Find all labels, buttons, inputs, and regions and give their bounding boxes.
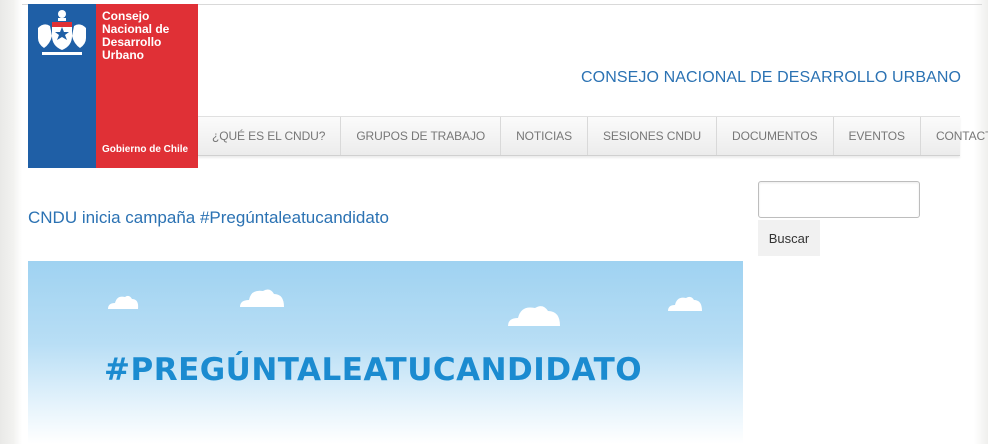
gobierno-logo[interactable]: Consejo Nacional de Desarrollo Urbano Go…: [28, 4, 198, 168]
logo-red-panel: Consejo Nacional de Desarrollo Urbano Go…: [96, 4, 198, 168]
cloud-icon: [668, 296, 702, 311]
main-nav: ¿QUÉ ES EL CNDU? GRUPOS DE TRABAJO NOTIC…: [198, 116, 988, 156]
page-background-edge-right: [974, 0, 988, 444]
campaign-banner[interactable]: #PREGÚNTALEATUCANDIDATO: [28, 261, 743, 444]
nav-item-contacto[interactable]: CONTACTO: [921, 117, 988, 155]
post-title[interactable]: CNDU inicia campaña #Pregúntaleatucandid…: [28, 208, 389, 228]
site-title[interactable]: CONSEJO NACIONAL DE DESARROLLO URBANO: [581, 69, 961, 87]
nav-item-noticias[interactable]: NOTICIAS: [501, 117, 588, 155]
banner-hashtag: #PREGÚNTALEATUCANDIDATO: [104, 352, 643, 388]
nav-item-que-es[interactable]: ¿QUÉ ES EL CNDU?: [198, 117, 342, 155]
nav-item-eventos[interactable]: EVENTOS: [834, 117, 921, 155]
nav-item-grupos[interactable]: GRUPOS DE TRABAJO: [341, 117, 502, 155]
cloud-icon: [508, 306, 560, 326]
page-background-edge: [0, 0, 22, 444]
nav-item-sesiones[interactable]: SESIONES CNDU: [588, 117, 718, 155]
logo-footer: Gobierno de Chile: [102, 144, 189, 155]
search-button[interactable]: Buscar: [758, 220, 820, 256]
coat-of-arms-icon: [38, 10, 86, 55]
logo-title: Consejo Nacional de Desarrollo Urbano: [102, 9, 170, 62]
cloud-icon: [240, 289, 284, 307]
search-input[interactable]: [758, 181, 920, 218]
nav-item-documentos[interactable]: DOCUMENTOS: [717, 117, 834, 155]
cloud-icon: [108, 295, 139, 309]
logo-blue-panel: [28, 4, 96, 168]
